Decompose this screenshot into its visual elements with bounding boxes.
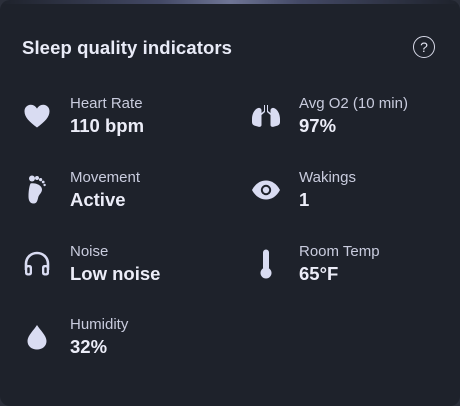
indicator-label: Movement bbox=[70, 169, 141, 186]
indicator-wakings: Wakings 1 bbox=[251, 169, 451, 219]
help-icon: ? bbox=[420, 39, 428, 55]
indicator-label: Heart Rate bbox=[70, 95, 143, 112]
indicator-value: 65°F bbox=[299, 263, 339, 284]
indicator-value: Low noise bbox=[70, 263, 161, 284]
indicator-label: Humidity bbox=[70, 316, 129, 333]
indicator-label: Wakings bbox=[299, 169, 356, 186]
indicator-avg-o2: Avg O2 (10 min) 97% bbox=[251, 95, 451, 145]
indicator-value: 97% bbox=[299, 115, 337, 136]
indicator-value: 32% bbox=[70, 336, 108, 357]
indicator-noise: Noise Low noise bbox=[22, 243, 222, 293]
indicator-room-temp: Room Temp 65°F bbox=[251, 243, 451, 293]
indicator-humidity: Humidity 32% bbox=[22, 316, 222, 366]
card-top-highlight bbox=[0, 0, 460, 4]
indicator-label: Noise bbox=[70, 243, 109, 260]
indicator-value: 110 bpm bbox=[70, 115, 145, 136]
indicator-label: Avg O2 (10 min) bbox=[299, 95, 408, 112]
indicator-value: Active bbox=[70, 189, 126, 210]
heart-icon bbox=[22, 101, 52, 131]
thermometer-icon bbox=[251, 249, 281, 279]
indicator-heart-rate: Heart Rate 110 bpm bbox=[22, 95, 222, 145]
footprint-icon bbox=[22, 175, 52, 205]
indicator-label: Room Temp bbox=[299, 243, 380, 260]
droplet-icon bbox=[22, 322, 52, 352]
indicator-value: 1 bbox=[299, 189, 310, 210]
help-button[interactable]: ? bbox=[413, 36, 435, 58]
sleep-quality-card: Sleep quality indicators ? Heart Rate 11… bbox=[0, 0, 460, 406]
card-title: Sleep quality indicators bbox=[22, 37, 233, 58]
headphones-icon bbox=[22, 249, 52, 279]
lungs-icon bbox=[251, 101, 281, 131]
indicator-movement: Movement Active bbox=[22, 169, 222, 219]
eye-icon bbox=[251, 175, 281, 205]
